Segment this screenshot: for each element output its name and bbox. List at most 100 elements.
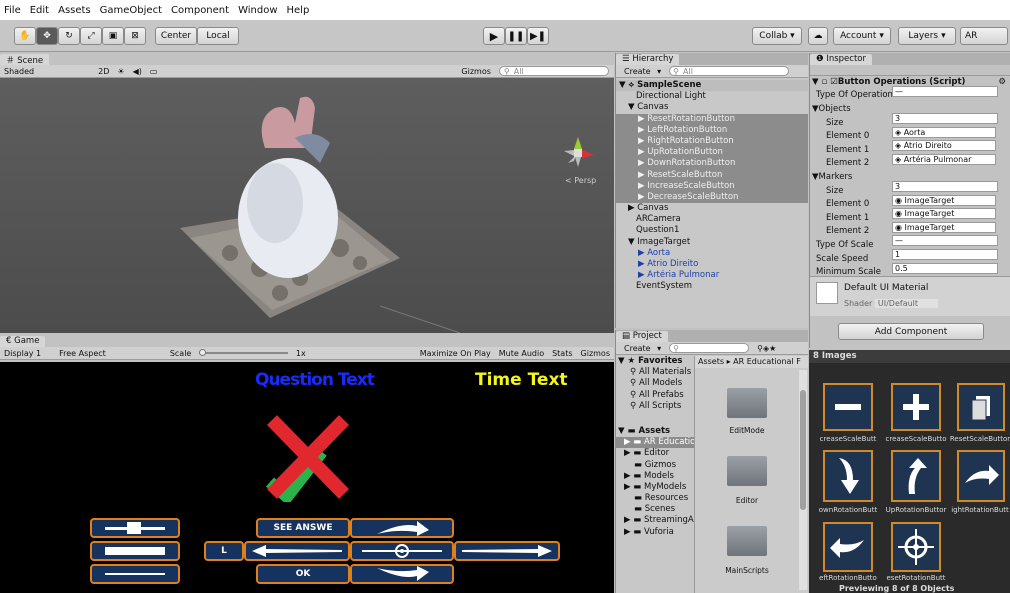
favorites-header[interactable]: ▼ ★ Favorites	[616, 356, 694, 367]
space-toggle[interactable]: Local	[197, 27, 239, 45]
up-rotation-game-button[interactable]	[350, 518, 454, 538]
down-rotation-sprite[interactable]	[823, 450, 873, 502]
favorite-item[interactable]: ⚲ All Materials	[616, 367, 694, 378]
ok-button[interactable]: OK	[256, 564, 350, 584]
hierarchy-item-up-rotation[interactable]: ▶ UpRotationButton	[616, 147, 808, 158]
layout-dropdown[interactable]: AR	[960, 27, 1008, 45]
gizmos-dropdown[interactable]: Gizmos	[461, 67, 490, 76]
tab-scene[interactable]: ＃ Scene	[0, 54, 50, 66]
marker-field[interactable]: ◉ ImageTarget	[892, 208, 996, 219]
transform-tool-icon[interactable]: ⊠	[124, 27, 146, 45]
hierarchy-scene-root[interactable]: ▼ ⟡ SampleScene	[616, 80, 808, 92]
filter-icon[interactable]: ⚲◈★	[757, 344, 776, 353]
menu-assets[interactable]: Assets	[58, 5, 91, 16]
mute-audio-toggle[interactable]: Mute Audio	[499, 349, 544, 358]
hierarchy-item-canvas[interactable]: ▼ Canvas	[616, 102, 808, 113]
hand-tool-icon[interactable]: ✋	[14, 27, 36, 45]
hierarchy-item-arteria-pulmonar[interactable]: ▶ Artéria Pulmonar	[616, 270, 808, 281]
decrease-scale-sprite[interactable]	[823, 383, 873, 431]
aspect-dropdown[interactable]: Free Aspect	[59, 349, 106, 358]
tab-hierarchy[interactable]: ☰ Hierarchy	[616, 54, 680, 65]
l-button[interactable]: L	[204, 541, 244, 561]
hierarchy-item-decrease-scale[interactable]: ▶ DecreaseScaleButton	[616, 192, 808, 203]
asset-folder-vuforia[interactable]: ▶ ▬ Vuforia	[616, 527, 694, 538]
menu-help[interactable]: Help	[287, 5, 310, 16]
hierarchy-item-reset-scale[interactable]: ▶ ResetScaleButton	[616, 170, 808, 181]
reset-rotation-sprite[interactable]	[891, 522, 941, 572]
project-create-dropdown[interactable]: Create ▾	[620, 344, 661, 353]
hierarchy-item-question1[interactable]: Question1	[616, 225, 808, 236]
asset-folder-ar-educational[interactable]: ▶ ▬ AR Educatio	[616, 437, 694, 449]
scale-speed-field[interactable]: 1	[892, 249, 998, 260]
folder-icon[interactable]	[727, 526, 767, 556]
asset-folder-models[interactable]: ▶ ▬ Models	[616, 471, 694, 482]
scale-tool-icon[interactable]: ⤢	[80, 27, 102, 45]
markers-size-field[interactable]: 3	[892, 181, 998, 192]
hierarchy-item-eventsystem[interactable]: EventSystem	[616, 281, 808, 292]
favorite-item[interactable]: ⚲ All Prefabs	[616, 390, 694, 401]
maximize-on-play-toggle[interactable]: Maximize On Play	[420, 349, 491, 358]
object-field[interactable]: ◈ Artéria Pulmonar	[892, 154, 996, 165]
tab-project[interactable]: ▤ Project	[616, 331, 668, 342]
assets-header[interactable]: ▼ ▬ Assets	[616, 426, 694, 437]
folder-icon[interactable]	[727, 388, 767, 418]
object-field[interactable]: ◈ Átrio Direito	[892, 140, 996, 151]
hierarchy-item-directional-light[interactable]: Directional Light	[616, 91, 808, 102]
objects-size-field[interactable]: 3	[892, 113, 998, 124]
increase-scale-sprite[interactable]	[891, 383, 941, 431]
left-rotation-game-button[interactable]	[244, 541, 350, 561]
component-settings-icon[interactable]: ⚙	[998, 77, 1006, 87]
down-rotation-game-button[interactable]	[350, 564, 454, 584]
game-gizmos-dropdown[interactable]: Gizmos	[581, 349, 610, 358]
marker-field[interactable]: ◉ ImageTarget	[892, 195, 996, 206]
reset-scale-game-button[interactable]	[90, 564, 180, 584]
marker-field[interactable]: ◉ ImageTarget	[892, 222, 996, 233]
asset-folder-mymodels[interactable]: ▶ ▬ MyModels	[616, 482, 694, 493]
hierarchy-search-input[interactable]: ⚲ All	[669, 66, 790, 76]
move-tool-icon[interactable]: ✥	[36, 27, 58, 45]
favorite-item[interactable]: ⚲ All Scripts	[616, 401, 694, 412]
right-rotation-game-button[interactable]	[454, 541, 560, 561]
play-button[interactable]: ▶	[483, 27, 505, 45]
hierarchy-item-down-rotation[interactable]: ▶ DownRotationButton	[616, 158, 808, 169]
minimum-scale-field[interactable]: 0.5	[892, 263, 998, 274]
hierarchy-item-right-rotation[interactable]: ▶ RightRotationButton	[616, 136, 808, 147]
stats-toggle[interactable]: Stats	[552, 349, 572, 358]
increase-scale-game-button[interactable]	[90, 541, 180, 561]
left-rotation-sprite[interactable]	[823, 522, 873, 572]
decrease-scale-game-button[interactable]	[90, 518, 180, 538]
scene-search-input[interactable]: ⚲ All	[498, 66, 609, 76]
reset-rotation-game-button[interactable]	[350, 541, 454, 561]
display-dropdown[interactable]: Display 1	[4, 349, 41, 358]
tab-game[interactable]: € Game	[0, 336, 46, 347]
hierarchy-item-left-rotation[interactable]: ▶ LeftRotationButton	[616, 125, 808, 136]
tab-inspector[interactable]: ❶ Inspector	[810, 54, 872, 65]
rect-tool-icon[interactable]: ▣	[102, 27, 124, 45]
folder-icon[interactable]	[727, 456, 767, 486]
type-of-scale-dropdown[interactable]: —	[892, 235, 998, 246]
project-search-input[interactable]: ⚲	[669, 343, 750, 353]
shaded-dropdown[interactable]: Shaded	[4, 67, 34, 76]
audio-icon[interactable]: ◀)	[133, 67, 142, 76]
add-component-button[interactable]: Add Component	[838, 323, 984, 340]
rotate-tool-icon[interactable]: ↻	[58, 27, 80, 45]
asset-folder-scenes[interactable]: ▬ Scenes	[616, 504, 694, 515]
asset-folder-editor[interactable]: ▶ ▬ Editor	[616, 448, 694, 459]
project-breadcrumb[interactable]: Assets ▸ AR Educational F	[695, 356, 808, 368]
menu-gameobject[interactable]: GameObject	[100, 5, 162, 16]
light-icon[interactable]: ☀	[117, 67, 124, 76]
image-fx-icon[interactable]: ▭	[150, 67, 158, 76]
asset-folder-streaming[interactable]: ▶ ▬ StreamingA	[616, 515, 694, 526]
asset-folder-resources[interactable]: ▬ Resources	[616, 493, 694, 504]
menu-window[interactable]: Window	[238, 5, 277, 16]
shader-dropdown[interactable]: UI/Default	[874, 299, 939, 308]
reset-scale-sprite[interactable]	[957, 383, 1005, 431]
cloud-icon[interactable]: ☁	[808, 27, 828, 45]
scene-viewport[interactable]: < Persp	[0, 78, 614, 334]
favorite-item[interactable]: ⚲ All Models	[616, 378, 694, 389]
step-button[interactable]: ▶❚	[527, 27, 549, 45]
hierarchy-item-increase-scale[interactable]: ▶ IncreaseScaleButton	[616, 181, 808, 192]
see-answer-button[interactable]: SEE ANSWE	[256, 518, 350, 538]
menu-edit[interactable]: Edit	[30, 5, 49, 16]
right-rotation-sprite[interactable]	[957, 450, 1005, 502]
